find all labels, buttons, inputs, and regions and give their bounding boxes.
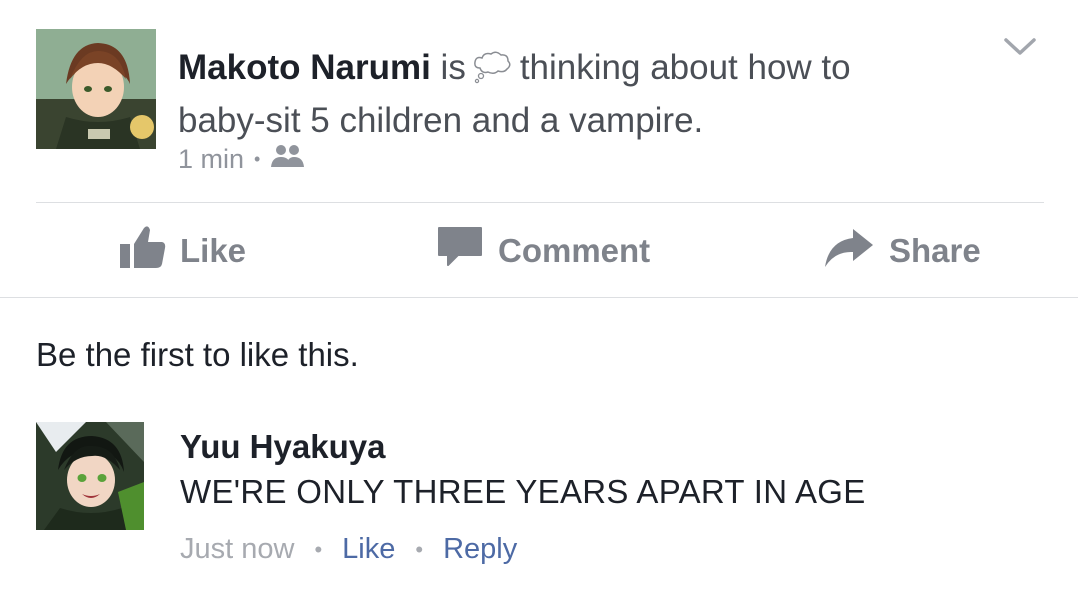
share-label: Share xyxy=(889,232,981,269)
post-status-line1: thinking about how to xyxy=(519,48,851,87)
post-verb: is xyxy=(440,48,466,87)
post-header-text: Makoto Narumi is thinking about how to ba… xyxy=(178,44,938,144)
post-author-avatar[interactable] xyxy=(36,29,156,149)
comment-text: WE'RE ONLY THREE YEARS APART IN AGE xyxy=(180,473,866,510)
meta-separator: • xyxy=(314,536,323,562)
post-time[interactable]: 1 min xyxy=(178,144,244,175)
divider xyxy=(0,297,1078,298)
friends-icon[interactable] xyxy=(270,143,306,176)
divider xyxy=(36,202,1044,203)
share-button[interactable]: Share xyxy=(823,226,981,276)
comment-reply-link[interactable]: Reply xyxy=(443,533,517,566)
avatar-illustration xyxy=(36,422,144,530)
like-label: Like xyxy=(180,232,247,269)
comment-time: Just now xyxy=(180,533,295,565)
thumbs-up-icon xyxy=(118,224,166,278)
post-author-name[interactable]: Makoto Narumi xyxy=(178,48,431,87)
comment-author-name[interactable]: Yuu Hyakuya xyxy=(180,428,385,466)
post-options-chevron-icon[interactable] xyxy=(1003,36,1037,58)
comment-like-link[interactable]: Like xyxy=(342,533,395,566)
thought-bubble-icon xyxy=(470,50,514,97)
avatar-illustration xyxy=(36,29,156,149)
share-arrow-icon xyxy=(823,225,875,277)
comment-author-avatar[interactable] xyxy=(36,422,144,530)
post-status-line2: baby-sit 5 children and a vampire. xyxy=(178,101,704,140)
comment-button[interactable]: Comment xyxy=(436,226,650,276)
meta-separator: • xyxy=(415,536,424,562)
comment-meta: Just now • Like • Reply xyxy=(180,533,517,566)
post-meta: 1 min • xyxy=(178,143,306,176)
comment-label: Comment xyxy=(498,232,651,269)
meta-separator: • xyxy=(254,149,261,169)
like-button[interactable]: Like xyxy=(118,226,246,276)
comment-bubble-icon xyxy=(436,225,484,277)
likes-summary: Be the first to like this. xyxy=(36,336,359,373)
